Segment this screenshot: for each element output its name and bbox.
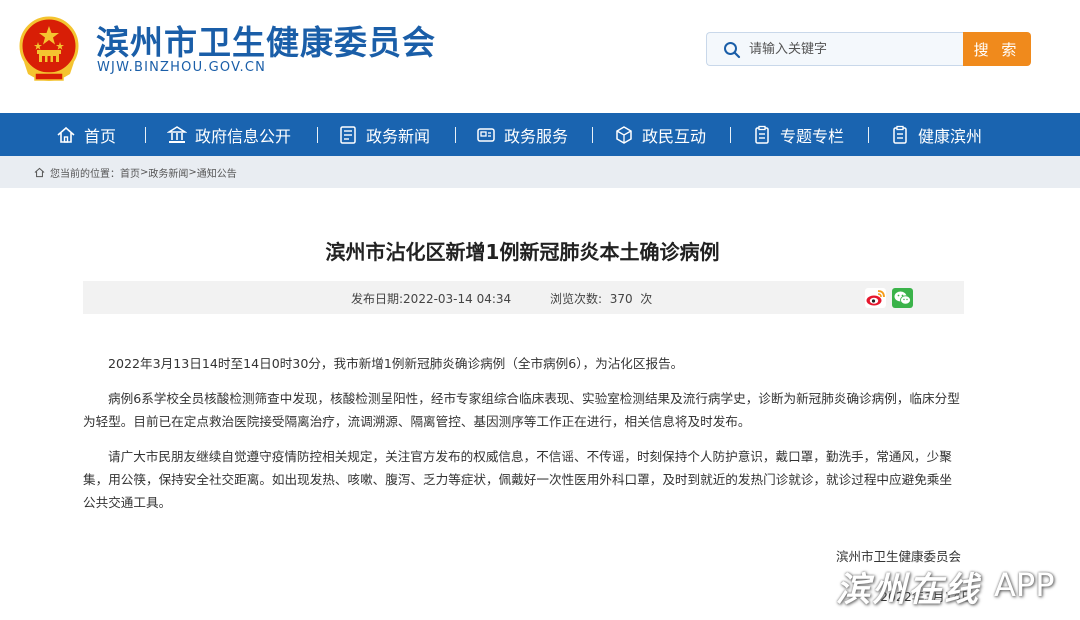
article-paragraph: 请广大市民朋友继续自觉遵守疫情防控相关规定，关注官方发布的权威信息，不信谣、不传… xyxy=(83,449,952,510)
nav-label: 政民互动 xyxy=(642,126,707,146)
topic-document-icon xyxy=(755,125,769,144)
wechat-share-icon[interactable] xyxy=(892,288,913,308)
view-count-value: 370 xyxy=(609,292,633,306)
breadcrumb-separator: > xyxy=(188,167,197,178)
watermark-text: 滨州在线 xyxy=(836,570,980,610)
publish-date-label: 发布日期: xyxy=(351,292,404,306)
health-document-icon xyxy=(893,125,907,144)
breadcrumb-bar: 您当前的位置： 首页 > 政务新闻 > 通知公告 xyxy=(0,156,1080,188)
search-input[interactable] xyxy=(749,33,949,65)
view-count-unit: 次 xyxy=(640,292,653,306)
news-document-icon xyxy=(340,125,356,144)
nav-label: 政务服务 xyxy=(504,126,569,146)
nav-label: 健康滨州 xyxy=(918,126,983,146)
view-count: 浏览次数: 370 次 xyxy=(550,290,652,307)
article-paragraph: 病例6系学校全员核酸检测筛查中发现，核酸检测呈阳性，经市专家组综合临床表现、实验… xyxy=(83,391,960,429)
home-icon xyxy=(34,167,45,178)
nav-label: 专题专栏 xyxy=(780,126,845,146)
national-emblem-icon xyxy=(19,16,79,81)
nav-label: 政务新闻 xyxy=(366,126,431,146)
search-icon xyxy=(724,42,741,59)
nav-divider xyxy=(868,127,869,143)
breadcrumb: 您当前的位置： 首页 > 政务新闻 > 通知公告 xyxy=(34,165,237,180)
nav-item-health[interactable]: 健康滨州 xyxy=(890,113,982,156)
service-window-icon xyxy=(477,127,495,142)
breadcrumb-separator: > xyxy=(140,167,149,178)
nav-divider xyxy=(592,127,593,143)
site-url: WJW.BINZHOU.GOV.CN xyxy=(97,60,267,75)
article-meta-bar: 发布日期:2022-03-14 04:34 浏览次数: 370 次 xyxy=(83,281,964,314)
site-header: 滨州市卫生健康委员会 WJW.BINZHOU.GOV.CN 搜 索 xyxy=(0,0,1080,113)
search-box xyxy=(706,32,964,66)
search-button[interactable]: 搜 索 xyxy=(963,32,1031,66)
watermark: 滨州在线 APP xyxy=(830,556,1080,620)
publish-date: 发布日期:2022-03-14 04:34 xyxy=(351,290,511,307)
nav-divider xyxy=(145,127,146,143)
nav-item-home[interactable]: 首页 xyxy=(56,113,116,156)
main-nav: 首页 政府信息公开 政务新闻 政务服务 政民互动 专题专栏 健康滨州 xyxy=(0,113,1080,156)
nav-item-interaction[interactable]: 政民互动 xyxy=(614,113,706,156)
nav-divider xyxy=(317,127,318,143)
nav-item-news[interactable]: 政务新闻 xyxy=(338,113,430,156)
interaction-icon xyxy=(616,125,632,144)
nav-item-services[interactable]: 政务服务 xyxy=(476,113,568,156)
nav-item-topics[interactable]: 专题专栏 xyxy=(752,113,844,156)
home-icon xyxy=(57,126,75,143)
view-count-label: 浏览次数: xyxy=(550,292,603,306)
government-building-icon xyxy=(167,125,187,143)
article-title: 滨州市沾化区新增1例新冠肺炎本土确诊病例 xyxy=(325,240,720,264)
nav-label: 政府信息公开 xyxy=(195,126,292,146)
breadcrumb-news-link[interactable]: 政务新闻 xyxy=(148,165,188,180)
breadcrumb-notice-link[interactable]: 通知公告 xyxy=(197,165,237,180)
nav-item-gov-info[interactable]: 政府信息公开 xyxy=(167,113,291,156)
nav-divider xyxy=(730,127,731,143)
weibo-share-icon[interactable] xyxy=(865,288,886,308)
breadcrumb-home-link[interactable]: 首页 xyxy=(120,165,140,180)
nav-label: 首页 xyxy=(84,126,117,146)
breadcrumb-prefix: 您当前的位置： xyxy=(50,169,120,180)
site-title: 滨州市卫生健康委员会 xyxy=(96,23,436,62)
article-body: 2022年3月13日14时至14日0时30分，我市新增1例新冠肺炎确诊病例（全市… xyxy=(83,352,963,526)
publish-date-value: 2022-03-14 04:34 xyxy=(403,292,512,306)
watermark-app: APP xyxy=(994,566,1055,604)
nav-divider xyxy=(455,127,456,143)
article-paragraph: 2022年3月13日14时至14日0时30分，我市新增1例新冠肺炎确诊病例（全市… xyxy=(108,356,684,371)
